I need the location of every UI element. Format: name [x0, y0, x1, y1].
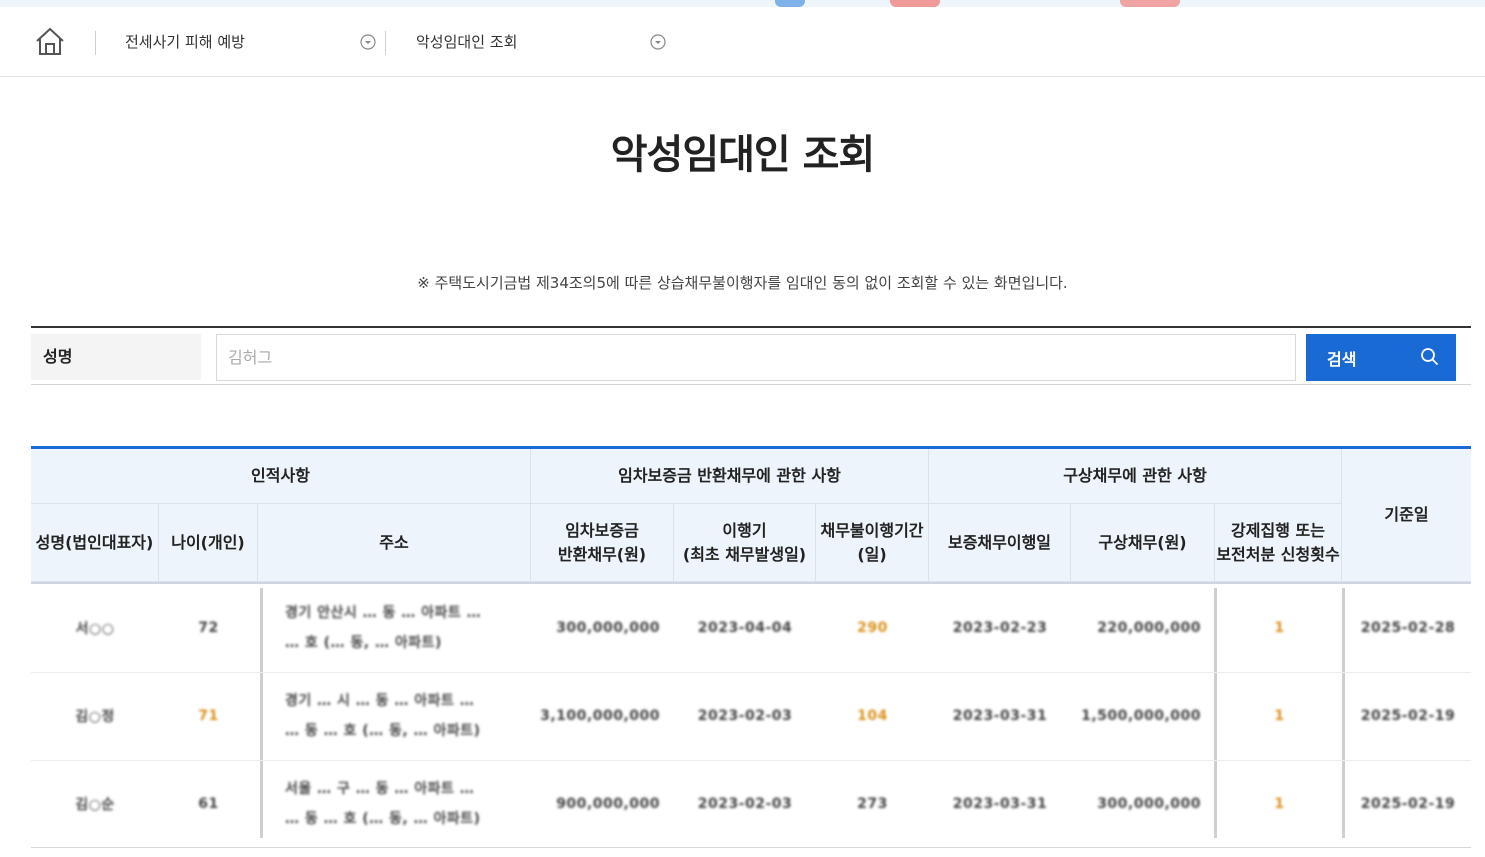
header-age: 나이(개인)	[159, 504, 258, 582]
header-address: 주소	[258, 504, 531, 582]
address-line-2: … 호 (… 동, … 아파트)	[285, 635, 442, 651]
search-button-label: 검색	[1327, 349, 1357, 369]
breadcrumb-item-prevention[interactable]: 전세사기 피해 예방	[125, 29, 245, 55]
header-group-deposit: 임차보증금 반환채무에 관한 사항	[531, 449, 929, 504]
breadcrumb-divider	[95, 31, 96, 55]
address-line-1: 경기 … 시 … 동 … 아파트 …	[285, 693, 475, 709]
cell-deposit: 300,000,000	[556, 620, 660, 636]
cell-overdue-days: 273	[857, 796, 888, 812]
cell-age: 61	[198, 796, 219, 812]
page-title: 악성임대인 조회	[610, 132, 876, 178]
search-button[interactable]: 검색	[1306, 334, 1456, 381]
cell-enforcement-count: 1	[1274, 796, 1285, 812]
cell-deposit: 3,100,000,000	[540, 708, 660, 724]
cell-due-date: 2023-02-03	[697, 796, 793, 812]
cell-due-date: 2023-04-04	[697, 620, 793, 636]
cell-base-date: 2025-02-28	[1360, 620, 1456, 636]
cell-overdue-days: 290	[857, 620, 888, 636]
address-line-1: 서울 … 구 … 동 … 아파트 …	[285, 781, 475, 797]
header-overdue-days: 채무불이행기간 (일)	[816, 504, 929, 582]
address-line-1: 경기 안산시 … 동 … 아파트 …	[285, 605, 482, 621]
header-recourse: 구상채무(원)	[1071, 504, 1215, 582]
cell-address: 경기 안산시 … 동 … 아파트 … … 호 (… 동, … 아파트)	[263, 584, 531, 672]
banner-decoration	[1120, 0, 1180, 7]
cell-guarantee-date: 2023-03-31	[952, 708, 1048, 724]
cell-due-date: 2023-02-03	[697, 708, 793, 724]
cell-name: 서○○	[75, 621, 115, 637]
table-bottom-line	[31, 847, 1471, 848]
search-form: 성명 검색	[31, 326, 1471, 385]
cell-deposit: 900,000,000	[556, 796, 660, 812]
header-enforcement: 강제집행 또는 보전처분 신청횟수	[1215, 504, 1342, 582]
search-input[interactable]	[216, 334, 1296, 381]
banner-decoration	[890, 0, 940, 7]
cell-overdue-days: 104	[857, 708, 888, 724]
banner-decoration	[775, 0, 805, 7]
address-line-2: … 동 … 호 (… 동, … 아파트)	[285, 723, 481, 739]
notice-text: ※ 주택도시기금법 제34조의5에 따른 상습채무불이행자를 임대인 동의 없이…	[417, 274, 1068, 292]
cell-guarantee-date: 2023-03-31	[952, 796, 1048, 812]
address-line-2: … 동 … 호 (… 동, … 아파트)	[285, 811, 481, 827]
cell-recourse: 220,000,000	[1097, 620, 1201, 636]
breadcrumb-item-lookup[interactable]: 악성임대인 조회	[416, 29, 517, 55]
cell-name: 김○정	[75, 709, 115, 725]
cell-name: 김○순	[75, 797, 115, 813]
home-icon[interactable]	[33, 25, 67, 59]
chevron-down-circle-icon[interactable]	[650, 34, 666, 50]
cell-address: 경기 … 시 … 동 … 아파트 … … 동 … 호 (… 동, … 아파트)	[263, 672, 531, 760]
chevron-down-circle-icon[interactable]	[360, 34, 376, 50]
header-name: 성명(법인대표자)	[31, 504, 159, 582]
cell-recourse: 1,500,000,000	[1081, 708, 1201, 724]
cell-base-date: 2025-02-19	[1360, 708, 1456, 724]
search-label: 성명	[31, 334, 201, 380]
cell-enforcement-count: 1	[1274, 708, 1285, 724]
cell-age: 71	[198, 708, 219, 724]
cell-address: 서울 … 구 … 동 … 아파트 … … 동 … 호 (… 동, … 아파트)	[263, 760, 531, 848]
header-due-date: 이행기 (최초 채무발생일)	[674, 504, 816, 582]
search-icon	[1420, 347, 1440, 367]
cell-guarantee-date: 2023-02-23	[952, 620, 1048, 636]
cell-age: 72	[198, 620, 219, 636]
top-banner-strip	[0, 0, 1485, 7]
header-group-personal: 인적사항	[31, 449, 531, 504]
cell-base-date: 2025-02-19	[1360, 796, 1456, 812]
header-guarantee-date: 보증채무이행일	[929, 504, 1071, 582]
header-deposit: 임차보증금 반환채무(원)	[531, 504, 674, 582]
cell-recourse: 300,000,000	[1097, 796, 1201, 812]
breadcrumb-divider	[385, 31, 386, 55]
cell-enforcement-count: 1	[1274, 620, 1285, 636]
header-base-date: 기준일	[1342, 449, 1471, 582]
header-group-recourse: 구상채무에 관한 사항	[929, 449, 1342, 504]
breadcrumb: 전세사기 피해 예방 악성임대인 조회	[0, 7, 1485, 77]
